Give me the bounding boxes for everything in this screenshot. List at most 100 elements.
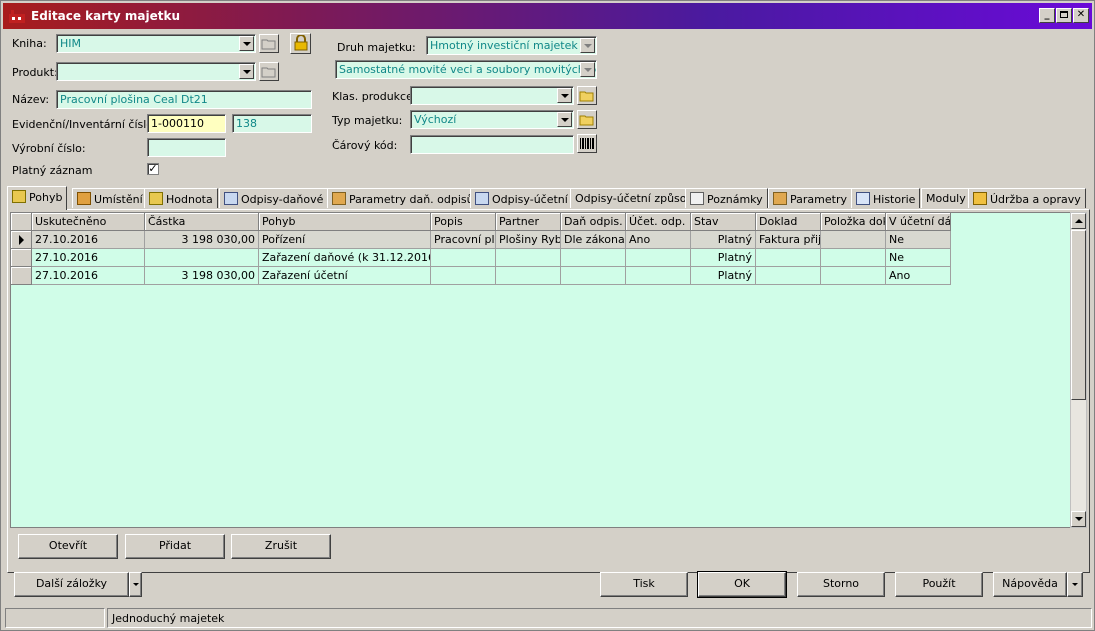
scroll-down-button[interactable] (1071, 511, 1086, 527)
cell[interactable] (821, 249, 886, 267)
cell[interactable] (496, 249, 561, 267)
cell[interactable]: 3 198 030,00 (145, 267, 259, 285)
cell[interactable] (145, 249, 259, 267)
typ-select[interactable]: Výchozí (410, 110, 574, 129)
napoveda-button[interactable]: Nápověda (993, 572, 1067, 597)
cell[interactable]: 27.10.2016 (32, 249, 145, 267)
cell[interactable]: 27.10.2016 (32, 231, 145, 249)
dalsi-zalozky-button[interactable]: Další záložky (14, 572, 129, 597)
maximize-button[interactable] (1056, 8, 1072, 23)
otevrit-button[interactable]: Otevřít (18, 534, 118, 559)
vertical-scrollbar[interactable] (1070, 212, 1087, 528)
cell[interactable]: 27.10.2016 (32, 267, 145, 285)
minimize-button[interactable]: _ (1039, 8, 1055, 23)
movements-grid[interactable]: Uskutečněno Částka Pohyb Popis Partner D… (10, 212, 1071, 528)
kniha-select[interactable]: HIM (56, 34, 256, 53)
cell[interactable] (756, 267, 821, 285)
carovy-input[interactable] (410, 135, 574, 154)
cell[interactable]: Platný (691, 231, 756, 249)
cell[interactable]: Plošiny Rybá (496, 231, 561, 249)
cell[interactable]: Faktura přija (756, 231, 821, 249)
cell[interactable] (756, 249, 821, 267)
column-header[interactable]: V účetní dávc (886, 213, 951, 231)
cell[interactable] (626, 267, 691, 285)
scroll-up-button[interactable] (1071, 213, 1086, 229)
tisk-button[interactable]: Tisk (600, 572, 688, 597)
chevron-down-icon[interactable] (580, 38, 595, 53)
klas-browse-button[interactable] (577, 86, 597, 105)
cell[interactable]: Platný (691, 249, 756, 267)
inventarni-input[interactable]: 138 (232, 114, 312, 133)
row-indicator[interactable] (11, 249, 32, 267)
table-row[interactable]: 27.10.2016 3 198 030,00 Zařazení účetní … (11, 267, 951, 285)
storno-button[interactable]: Storno (797, 572, 885, 597)
column-header[interactable]: Uskutečněno (32, 213, 145, 231)
close-button[interactable]: ✕ (1073, 8, 1089, 23)
pouzit-button[interactable]: Použít (895, 572, 983, 597)
cell[interactable]: 3 198 030,00 (145, 231, 259, 249)
cell[interactable] (561, 267, 626, 285)
tab-odpisy-ucetni[interactable]: Odpisy-účetní (470, 188, 573, 208)
barcode-button[interactable] (577, 134, 597, 153)
produkt-select[interactable] (56, 62, 256, 81)
cell[interactable] (561, 249, 626, 267)
scroll-thumb[interactable] (1071, 230, 1086, 400)
table-row[interactable]: 27.10.2016 Zařazení daňové (k 31.12.2016… (11, 249, 951, 267)
tab-parametry-dan[interactable]: Parametry daň. odpisů (327, 188, 479, 208)
cell[interactable]: Zařazení účetní (259, 267, 431, 285)
cell[interactable]: Pracovní ploš (431, 231, 496, 249)
cell[interactable]: Zařazení daňové (k 31.12.2016) (259, 249, 431, 267)
chevron-down-icon[interactable] (239, 36, 254, 51)
tab-poznamky[interactable]: Poznámky (685, 188, 768, 208)
chevron-down-icon[interactable] (580, 62, 595, 77)
tab-parametry[interactable]: Parametry (768, 188, 852, 208)
dalsi-zalozky-dropdown[interactable] (129, 572, 142, 597)
column-header[interactable]: Položka dokla (821, 213, 886, 231)
tab-historie[interactable]: Historie (851, 188, 921, 208)
platny-checkbox[interactable]: ✓ (147, 163, 159, 175)
cell[interactable]: Pořízení (259, 231, 431, 249)
tab-udrzba[interactable]: Údržba a opravy (968, 188, 1086, 208)
druh-select[interactable]: Hmotný investiční majetek (426, 36, 597, 55)
cell[interactable] (431, 267, 496, 285)
grid-settings-icon[interactable] (11, 213, 32, 231)
pridat-button[interactable]: Přidat (125, 534, 225, 559)
tab-pohyb[interactable]: Pohyb (7, 186, 68, 210)
klas-select[interactable] (410, 86, 574, 105)
cell[interactable]: Ano (886, 267, 951, 285)
cell[interactable] (821, 231, 886, 249)
typ-browse-button[interactable] (577, 110, 597, 129)
cell[interactable]: Ano (626, 231, 691, 249)
cell[interactable]: Ne (886, 249, 951, 267)
tab-moduly[interactable]: Moduly (921, 188, 971, 208)
produkt-browse-button[interactable] (259, 62, 279, 81)
kniha-browse-button[interactable] (259, 34, 279, 53)
cell[interactable]: Platný (691, 267, 756, 285)
column-header[interactable]: Pohyb (259, 213, 431, 231)
napoveda-dropdown[interactable] (1067, 572, 1083, 597)
tab-odpisy-danove[interactable]: Odpisy-daňové (219, 188, 329, 208)
row-indicator[interactable] (11, 231, 32, 249)
title-bar[interactable]: Editace karty majetku _ ✕ (3, 3, 1092, 29)
tab-umisteni[interactable]: Umístění (72, 188, 148, 208)
column-header[interactable]: Popis (431, 213, 496, 231)
vyrobni-input[interactable] (147, 138, 226, 157)
evidencni-input[interactable]: 1-000110 (147, 114, 226, 133)
row-indicator[interactable] (11, 267, 32, 285)
chevron-down-icon[interactable] (557, 112, 572, 127)
cell[interactable] (626, 249, 691, 267)
column-header[interactable]: Účet. odp. (626, 213, 691, 231)
cell[interactable] (821, 267, 886, 285)
cell[interactable]: Dle zákona (561, 231, 626, 249)
nazev-input[interactable]: Pracovní plošina Ceal Dt21 (56, 90, 312, 109)
ok-button[interactable]: OK (697, 571, 787, 598)
column-header[interactable]: Daň odpis. (561, 213, 626, 231)
chevron-down-icon[interactable] (239, 64, 254, 79)
cell[interactable] (431, 249, 496, 267)
tab-odpisy-ucetni-zpusob[interactable]: Odpisy-účetní způsob (570, 188, 699, 208)
druh2-select[interactable]: Samostatné movité veci a soubory movitýc… (335, 60, 597, 79)
column-header[interactable]: Doklad (756, 213, 821, 231)
zrusit-button[interactable]: Zrušit (231, 534, 331, 559)
column-header[interactable]: Stav (691, 213, 756, 231)
table-row[interactable]: 27.10.2016 3 198 030,00 Pořízení Pracovn… (11, 231, 951, 249)
